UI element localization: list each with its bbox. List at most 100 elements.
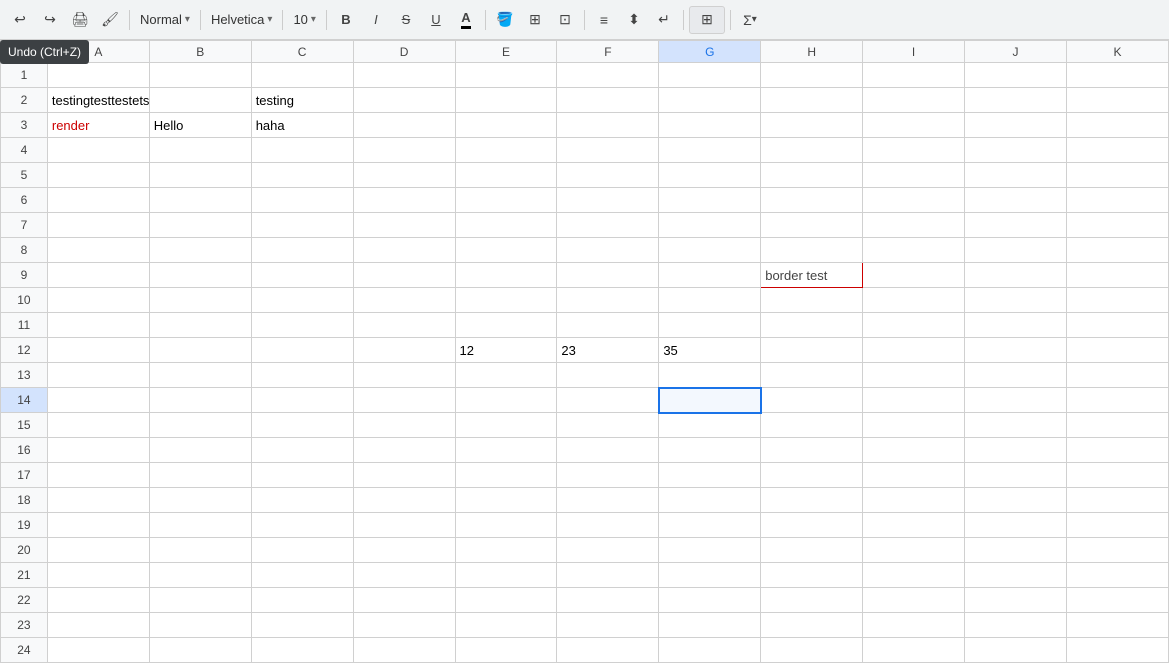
cell-D20[interactable] (353, 538, 455, 563)
cell-I19[interactable] (863, 513, 965, 538)
col-header-J[interactable]: J (965, 41, 1067, 63)
cell-A16[interactable] (47, 438, 149, 463)
cell-B3[interactable]: Hello (149, 113, 251, 138)
cell-C15[interactable] (251, 413, 353, 438)
wrap-button[interactable]: ↵ (650, 6, 678, 34)
cell-A6[interactable] (47, 188, 149, 213)
cell-E8[interactable] (455, 238, 557, 263)
cell-J15[interactable] (965, 413, 1067, 438)
cell-E9[interactable] (455, 263, 557, 288)
cell-A4[interactable] (47, 138, 149, 163)
cell-K22[interactable] (1066, 588, 1168, 613)
cell-G11[interactable] (659, 313, 761, 338)
cell-F1[interactable] (557, 63, 659, 88)
cell-G15[interactable] (659, 413, 761, 438)
row-header-4[interactable]: 4 (1, 138, 48, 163)
cell-G2[interactable] (659, 88, 761, 113)
cell-K9[interactable] (1066, 263, 1168, 288)
cell-F21[interactable] (557, 563, 659, 588)
cell-F8[interactable] (557, 238, 659, 263)
cell-H10[interactable] (761, 288, 863, 313)
strikethrough-button[interactable]: S (392, 6, 420, 34)
cell-G20[interactable] (659, 538, 761, 563)
row-header-6[interactable]: 6 (1, 188, 48, 213)
cell-A17[interactable] (47, 463, 149, 488)
cell-B5[interactable] (149, 163, 251, 188)
cell-I9[interactable] (863, 263, 965, 288)
cell-B19[interactable] (149, 513, 251, 538)
cell-A3[interactable]: render (47, 113, 149, 138)
cell-C18[interactable] (251, 488, 353, 513)
zoom-dropdown[interactable]: Normal ▾ (135, 10, 195, 29)
cell-C4[interactable] (251, 138, 353, 163)
cell-C11[interactable] (251, 313, 353, 338)
cell-E2[interactable] (455, 88, 557, 113)
cell-H7[interactable] (761, 213, 863, 238)
cell-A15[interactable] (47, 413, 149, 438)
cell-K13[interactable] (1066, 363, 1168, 388)
cell-I23[interactable] (863, 613, 965, 638)
cell-I8[interactable] (863, 238, 965, 263)
cell-E18[interactable] (455, 488, 557, 513)
cell-J8[interactable] (965, 238, 1067, 263)
cell-J3[interactable] (965, 113, 1067, 138)
cell-I11[interactable] (863, 313, 965, 338)
cell-D12[interactable] (353, 338, 455, 363)
cell-H12[interactable] (761, 338, 863, 363)
cell-B12[interactable] (149, 338, 251, 363)
cell-I14[interactable] (863, 388, 965, 413)
cell-C13[interactable] (251, 363, 353, 388)
cell-K20[interactable] (1066, 538, 1168, 563)
cell-G6[interactable] (659, 188, 761, 213)
cell-H19[interactable] (761, 513, 863, 538)
cell-H2[interactable] (761, 88, 863, 113)
cell-D17[interactable] (353, 463, 455, 488)
cell-B11[interactable] (149, 313, 251, 338)
cell-H6[interactable] (761, 188, 863, 213)
cell-H3[interactable] (761, 113, 863, 138)
cell-F14[interactable] (557, 388, 659, 413)
row-header-18[interactable]: 18 (1, 488, 48, 513)
cell-G1[interactable] (659, 63, 761, 88)
cell-C7[interactable] (251, 213, 353, 238)
cell-C6[interactable] (251, 188, 353, 213)
cell-C12[interactable] (251, 338, 353, 363)
row-header-3[interactable]: 3 (1, 113, 48, 138)
cell-I22[interactable] (863, 588, 965, 613)
cell-J21[interactable] (965, 563, 1067, 588)
cell-B16[interactable] (149, 438, 251, 463)
cell-G7[interactable] (659, 213, 761, 238)
cell-A24[interactable] (47, 638, 149, 663)
cell-H16[interactable] (761, 438, 863, 463)
cell-G22[interactable] (659, 588, 761, 613)
cell-K11[interactable] (1066, 313, 1168, 338)
cell-C1[interactable] (251, 63, 353, 88)
cell-K16[interactable] (1066, 438, 1168, 463)
cell-I16[interactable] (863, 438, 965, 463)
cell-E3[interactable] (455, 113, 557, 138)
cell-B9[interactable] (149, 263, 251, 288)
cell-I17[interactable] (863, 463, 965, 488)
cell-K1[interactable] (1066, 63, 1168, 88)
cell-B8[interactable] (149, 238, 251, 263)
cell-A23[interactable] (47, 613, 149, 638)
merge-button[interactable]: ⊡ (551, 6, 579, 34)
cell-B22[interactable] (149, 588, 251, 613)
cell-F7[interactable] (557, 213, 659, 238)
cell-C2[interactable]: testing (251, 88, 353, 113)
cell-E4[interactable] (455, 138, 557, 163)
cell-D11[interactable] (353, 313, 455, 338)
cell-C5[interactable] (251, 163, 353, 188)
row-header-24[interactable]: 24 (1, 638, 48, 663)
cell-F18[interactable] (557, 488, 659, 513)
cell-F12[interactable]: 23 (557, 338, 659, 363)
cell-I12[interactable] (863, 338, 965, 363)
cell-B4[interactable] (149, 138, 251, 163)
cell-C8[interactable] (251, 238, 353, 263)
cell-G5[interactable] (659, 163, 761, 188)
cell-A11[interactable] (47, 313, 149, 338)
col-header-G[interactable]: G (659, 41, 761, 63)
col-header-E[interactable]: E (455, 41, 557, 63)
cell-J4[interactable] (965, 138, 1067, 163)
cell-J12[interactable] (965, 338, 1067, 363)
